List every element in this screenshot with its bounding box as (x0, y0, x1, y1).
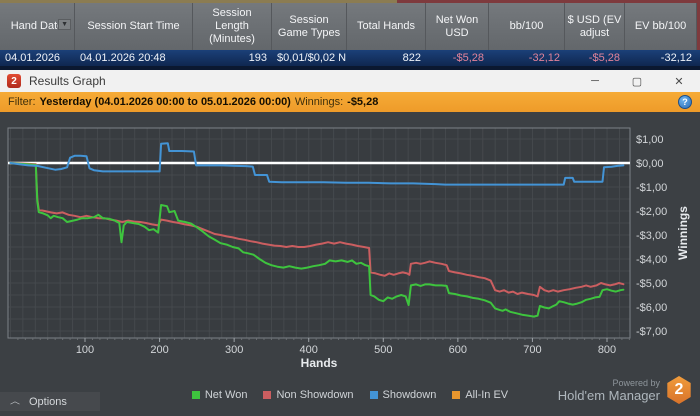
table-row[interactable]: 04.01.2026 04.01.2026 20:48 193 $0,01/$0,02… (0, 50, 700, 66)
winnings-value: -$5,28 (347, 96, 379, 108)
window-titlebar[interactable]: 2 Results Graph ─ ▢ ✕ (0, 70, 700, 92)
hm2-hex-logo-icon: 2 (667, 376, 691, 404)
row-cell-5[interactable]: -$5,28 (426, 52, 489, 64)
legend-label: Non Showdown (276, 389, 354, 401)
window-title: Results Graph (29, 74, 106, 88)
row-cell-1[interactable]: 04.01.2026 20:48 (75, 52, 193, 64)
row-cell-3[interactable]: $0,01/$0,02 N (272, 52, 347, 64)
header-cell-3[interactable]: Session Game Types (272, 3, 347, 50)
header-cell-6[interactable]: bb/100 (489, 3, 565, 50)
y-tick-label: -$6,00 (636, 302, 667, 314)
header-label: Net Won USD (435, 13, 479, 39)
header-label: Session Start Time (87, 20, 180, 32)
x-tick-label: 700 (523, 344, 541, 356)
header-label: Hand Date (10, 20, 64, 32)
screen: Hand Date ▼ Session Start Time Session Leng… (0, 0, 700, 416)
row-cell-8[interactable]: -32,12 (625, 52, 697, 64)
header-cell-2[interactable]: Session Length (Minutes) (193, 3, 272, 50)
legend-item-all-in-ev[interactable]: All-In EV (452, 389, 508, 401)
header-cell-1[interactable]: Session Start Time (75, 3, 193, 50)
y-tick-label: $0,00 (636, 158, 664, 170)
x-tick-label: 100 (76, 344, 94, 356)
x-tick-label: 800 (598, 344, 616, 356)
legend-item-showdown[interactable]: Showdown (369, 389, 437, 401)
header-cell-8[interactable]: EV bb/100 (625, 3, 697, 50)
header-cell-5[interactable]: Net Won USD (426, 3, 489, 50)
header-label: bb/100 (509, 20, 544, 32)
header-label: Session Length (Minutes) (209, 7, 255, 45)
x-tick-label: 300 (225, 344, 243, 356)
x-tick-label: 500 (374, 344, 392, 356)
winnings-label: Winnings: (294, 96, 344, 108)
sort-arrow-icon[interactable]: ▼ (58, 19, 71, 30)
options-label: Options (29, 395, 67, 408)
row-cell-6[interactable]: -32,12 (489, 52, 565, 64)
x-axis-title: Hands (301, 356, 338, 370)
options-button[interactable]: ︿ Options (0, 392, 100, 411)
header-label: Session Game Types (277, 13, 341, 39)
results-chart: 100 200 300 400 500 600 700 800 $1,00 $0,00 -$1,00… (0, 112, 700, 388)
row-cell-4[interactable]: 822 (347, 52, 426, 64)
legend-swatch-icon (452, 391, 461, 399)
y-tick-label: -$7,00 (636, 326, 667, 338)
results-graph-window: 2 Results Graph ─ ▢ ✕ Filter: Yesterday … (0, 70, 700, 416)
y-tick-label: -$3,00 (636, 230, 667, 242)
y-tick-label: -$5,00 (636, 278, 667, 290)
x-tick-label: 400 (300, 344, 318, 356)
powered-by-text: Powered by (612, 377, 660, 388)
legend-label: All-In EV (465, 389, 509, 401)
x-tick-label: 200 (150, 344, 168, 356)
chevron-up-icon: ︿ (10, 396, 20, 406)
legend-label: Showdown (382, 389, 437, 401)
y-tick-label: $1,00 (636, 134, 664, 146)
legend-swatch-icon (369, 391, 378, 399)
legend-label: Net Won (204, 389, 248, 401)
legend-swatch-icon (191, 391, 200, 399)
maximize-button[interactable]: ▢ (616, 70, 658, 92)
table-header: Hand Date ▼ Session Start Time Session Leng… (0, 3, 697, 50)
header-label: EV bb/100 (634, 20, 687, 32)
filter-period: Yesterday (04.01.2026 00:00 to 05.01.202… (39, 96, 291, 108)
legend-item-net-won[interactable]: Net Won (191, 389, 248, 401)
brand-name: Hold'em Manager (557, 387, 660, 403)
hm2-app-icon: 2 (7, 74, 21, 88)
minimize-button[interactable]: ─ (574, 70, 616, 92)
y-axis-title: Winnings (676, 206, 690, 260)
powered-by-branding: Powered by Hold'em Manager 2 (558, 376, 692, 404)
y-tick-label: -$1,00 (636, 182, 667, 194)
y-tick-label: -$4,00 (636, 254, 667, 266)
row-cell-0[interactable]: 04.01.2026 (0, 52, 75, 64)
help-icon[interactable]: ? (678, 95, 692, 109)
header-cell-7[interactable]: $ USD (EV adjust (565, 3, 625, 50)
legend-item-non-showdown[interactable]: Non Showdown (263, 389, 354, 401)
close-button[interactable]: ✕ (658, 70, 700, 92)
x-tick-label: 600 (449, 344, 467, 356)
header-label: $ USD (EV adjust (567, 13, 622, 39)
legend-swatch-icon (263, 391, 272, 399)
filter-bar[interactable]: Filter: Yesterday (04.01.2026 00:00 to 0… (0, 92, 700, 112)
header-label: Total Hands (356, 20, 416, 32)
row-cell-7[interactable]: -$5,28 (565, 52, 625, 64)
row-cell-2[interactable]: 193 (193, 52, 272, 64)
header-cell-0[interactable]: Hand Date ▼ (0, 3, 75, 50)
filter-label: Filter: (8, 96, 36, 108)
y-tick-label: -$2,00 (636, 206, 667, 218)
header-cell-4[interactable]: Total Hands (347, 3, 426, 50)
chart-svg: 100 200 300 400 500 600 700 800 $1,00 $0,00 -$1,00… (7, 127, 690, 370)
